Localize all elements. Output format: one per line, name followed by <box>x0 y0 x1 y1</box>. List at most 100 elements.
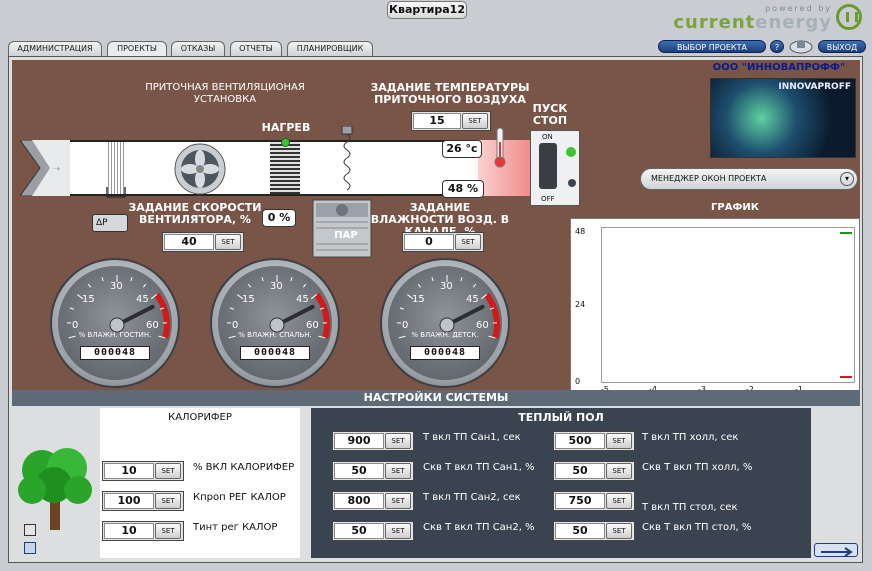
save-disk-icon[interactable] <box>789 38 813 54</box>
temp-setpoint-input[interactable]: 15 <box>413 113 461 129</box>
gauge-tick-mark <box>472 283 477 288</box>
graph-title: ГРАФИК <box>711 202 759 213</box>
graph-series-red <box>840 376 852 378</box>
floor-dining-duty-input[interactable]: 50 <box>555 523 605 539</box>
calorifer-title: КАЛОРИФЕР <box>168 412 232 423</box>
floor-dining-time-label: Т вкл ТП стол, сек <box>642 502 738 513</box>
graph-y-tick: 24 <box>575 300 586 309</box>
tab-projects[interactable]: ПРОЕКТЫ <box>107 41 167 57</box>
floor-san1-time-label: Т вкл ТП Сан1, сек <box>423 432 521 443</box>
logo-mark-icon <box>836 4 862 30</box>
fan-speed-input[interactable]: 40 <box>164 234 214 250</box>
gauge-tick-mark <box>130 277 133 282</box>
company-name: ООО "ИННОВАПРОФФ" <box>712 62 846 73</box>
window-manager-dropdown[interactable]: МЕНЕДЖЕР ОКОН ПРОЕКТА ▾ <box>640 168 858 190</box>
calorifer-tint-set-button[interactable]: SET <box>155 523 181 539</box>
gauge-tick: 0 <box>402 320 409 331</box>
floor-san2-time-input[interactable]: 800 <box>334 493 384 509</box>
gauge-tick: 60 <box>306 320 319 331</box>
fan-speed-field: 40 SET <box>162 232 244 252</box>
help-button[interactable]: ? <box>770 40 784 53</box>
warm-floor-row: 50 SET <box>332 461 414 481</box>
warm-floor-row: 800 SET <box>332 491 414 511</box>
gauge-tick: 0 <box>232 320 239 331</box>
tab-scheduler[interactable]: ПЛАНИРОВЩИК <box>287 41 373 56</box>
settings-title: НАСТРОЙКИ СИСТЕМЫ <box>12 390 860 406</box>
notes-icon[interactable] <box>24 542 36 554</box>
warm-floor-row: 50 SET <box>332 521 414 541</box>
floor-hall-duty-label: Скв Т вкл ТП холл, % <box>642 462 753 473</box>
floor-hall-duty-input[interactable]: 50 <box>555 463 605 479</box>
gauge-tick-mark <box>290 277 293 282</box>
gauge-tick-mark <box>247 283 252 288</box>
tab-administration[interactable]: АДМИНИСТРАЦИЯ <box>8 41 102 56</box>
fan-icon <box>174 143 226 195</box>
gauge-tick-mark <box>87 283 92 288</box>
calorifer-tint-input[interactable]: 10 <box>104 523 154 539</box>
floor-hall-duty-set-button[interactable]: SET <box>606 463 632 479</box>
gauge-hub <box>439 317 455 333</box>
gauge-tick: 60 <box>146 320 159 331</box>
floor-san2-duty-label: Скв Т вкл ТП Сан2, % <box>423 522 535 533</box>
humidity-setpoint-set-button[interactable]: SET <box>455 234 481 250</box>
warm-floor-row: 50 SET <box>553 521 635 541</box>
floor-dining-time-set-button[interactable]: SET <box>606 493 632 509</box>
graph-series-green <box>840 232 852 234</box>
gauge-tick-mark <box>229 307 234 310</box>
start-stop-label: ПУСК СТОП <box>532 102 568 127</box>
tab-reports[interactable]: ОТЧЕТЫ <box>230 41 282 56</box>
floor-dining-duty-set-button[interactable]: SET <box>606 523 632 539</box>
calorifer-kprop-input[interactable]: 100 <box>104 493 154 509</box>
floor-san1-duty-set-button[interactable]: SET <box>385 463 411 479</box>
gauge-tick-mark <box>101 277 104 282</box>
gauge-kids-label: % ВЛАЖН. ДЕТСК. <box>411 331 479 339</box>
tab-failures[interactable]: ОТКАЗЫ <box>171 41 225 56</box>
warm-floor-row: 500 SET <box>553 431 635 451</box>
floor-san1-time-input[interactable]: 900 <box>334 433 384 449</box>
chevron-down-icon: ▾ <box>840 172 854 186</box>
wrench-icon[interactable] <box>814 543 858 557</box>
svg-text:➝: ➝ <box>52 164 60 175</box>
floor-hall-time-label: Т вкл ТП холл, сек <box>642 432 739 443</box>
floor-san2-time-label: Т вкл ТП Сан2, сек <box>423 492 521 503</box>
start-stop-switch[interactable] <box>539 143 557 189</box>
floor-hall-time-set-button[interactable]: SET <box>606 433 632 449</box>
floor-dining-time-input[interactable]: 750 <box>555 493 605 509</box>
run-indicator <box>566 147 576 157</box>
fan-speed-set-button[interactable]: SET <box>215 234 241 250</box>
gauge-bedroom-label: % ВЛАЖН. СПАЛЬН. <box>238 331 312 339</box>
floor-dining-duty-label: Скв Т вкл ТП стол, % <box>642 522 752 533</box>
gauge-hub <box>269 317 285 333</box>
floor-san2-duty-set-button[interactable]: SET <box>385 523 411 539</box>
vent-unit-title: ПРИТОЧНАЯ ВЕНТИЛЯЦИОНАЯ УСТАНОВКА <box>145 82 305 105</box>
gauge-tick: 30 <box>270 281 283 292</box>
floor-hall-time-input[interactable]: 500 <box>555 433 605 449</box>
warm-floor-row: 900 SET <box>332 431 414 451</box>
calorifer-row: 10 SET <box>102 521 184 541</box>
calorifer-kprop-set-button[interactable]: SET <box>155 493 181 509</box>
notes-icon[interactable] <box>24 524 36 536</box>
temp-setpoint-set-button[interactable]: SET <box>462 113 488 129</box>
steam-label: ПАР <box>334 230 358 241</box>
calorifer-row: 100 SET <box>102 491 184 511</box>
gauge-tick: 15 <box>82 294 95 305</box>
gauge-tick-mark <box>302 283 307 288</box>
floor-san1-duty-input[interactable]: 50 <box>334 463 384 479</box>
floor-san2-time-set-button[interactable]: SET <box>385 493 411 509</box>
gauge-kids-counter: 000048 <box>410 346 480 360</box>
calorifer-on-set-button[interactable]: SET <box>155 463 181 479</box>
company-logo-image: INNOVAPROFF <box>710 78 856 158</box>
gauge-tick: 45 <box>466 294 479 305</box>
air-inlet-icon: ➝ <box>19 139 73 197</box>
gauge-tick: 0 <box>72 320 79 331</box>
gauge-living-counter: 000048 <box>80 346 150 360</box>
floor-san2-duty-input[interactable]: 50 <box>334 523 384 539</box>
gauge-tick: 30 <box>110 281 123 292</box>
floor-san1-time-set-button[interactable]: SET <box>385 433 411 449</box>
exit-button[interactable]: ВЫХОД <box>818 40 866 53</box>
humidity-setpoint-input[interactable]: 0 <box>404 234 454 250</box>
calorifer-on-input[interactable]: 10 <box>104 463 154 479</box>
warm-floor-row: 750 SET <box>553 491 635 511</box>
switch-on-label: ON <box>542 133 553 141</box>
project-select-button[interactable]: ВЫБОР ПРОЕКТА <box>658 40 766 53</box>
